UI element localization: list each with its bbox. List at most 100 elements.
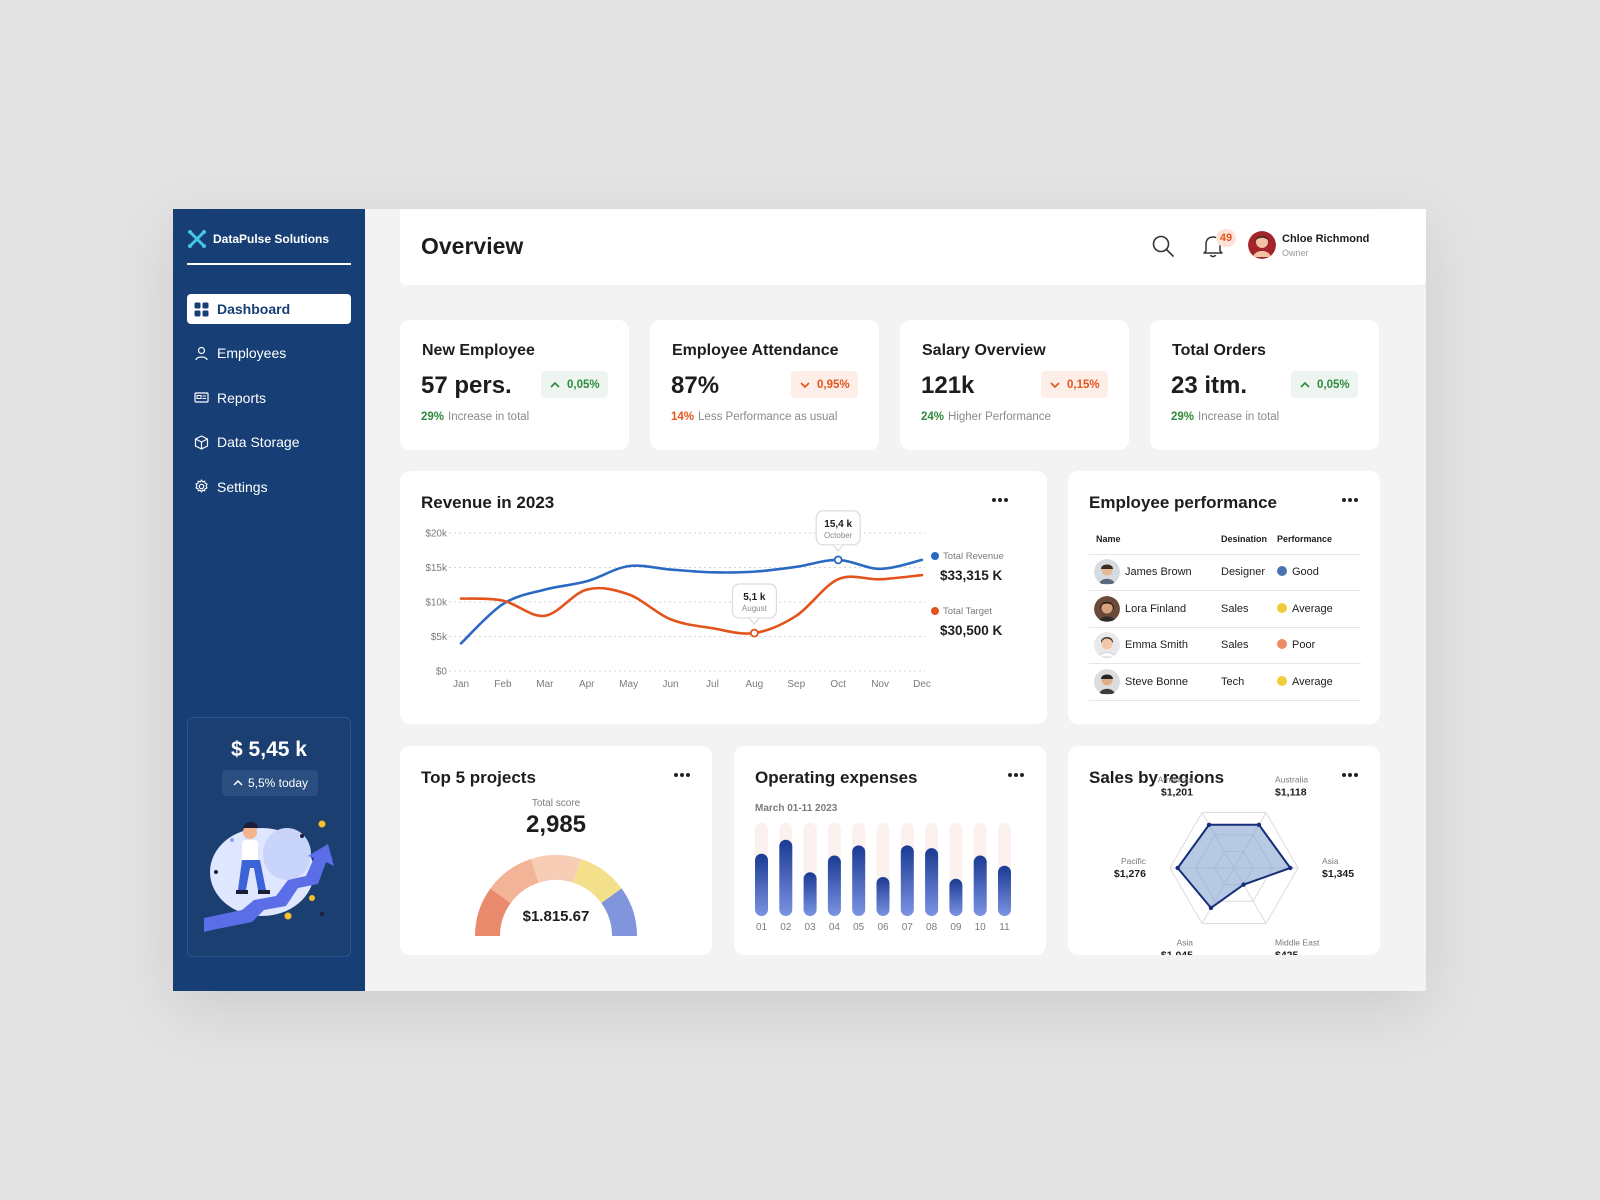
chevron-up-icon [1300,381,1310,388]
radar-data-point[interactable] [1288,865,1293,871]
kpi-value: 87% [671,372,720,399]
radar-axis-value: $1,201 [1161,787,1193,799]
data-point-marker[interactable] [833,555,843,565]
balance-change-badge: 5,5% today [222,770,318,796]
x-tick-label: 01 [756,922,768,933]
expense-bar[interactable] [949,878,963,916]
x-tick-label: 05 [853,922,865,933]
expense-bar[interactable] [973,855,987,916]
tooltip-pointer [748,617,760,625]
kpi-value: 57 pers. [421,372,512,399]
revenue-chart-card: Revenue in 2023 $0 $5k $10k $15k $20k Jan Feb M… [400,471,1047,724]
x-tick-label: 06 [877,922,889,933]
legend-series-name: Total Target [943,606,992,617]
kpi-note: Increase in total [448,411,530,423]
kpi-percent: 29% [421,411,445,423]
employee-role: Tech [1221,663,1277,701]
radar-data-point[interactable] [1241,882,1246,887]
employee-role: Sales [1221,590,1277,628]
chevron-down-icon [1050,381,1060,388]
expense-bar[interactable] [925,848,939,916]
sidebar-item-reports[interactable]: Reports [187,383,351,413]
y-tick-label: $10k [425,598,448,609]
radar-data-point[interactable] [1208,905,1214,911]
employee-name: James Brown [1125,566,1192,579]
radar-data-point[interactable] [1175,865,1180,871]
expense-bar[interactable] [779,839,793,916]
x-tick-label: 10 [975,922,987,933]
expense-bar[interactable] [998,865,1011,916]
sidebar-item-label: Reports [217,389,267,406]
kpi-subtext: 24% Higher Performance [921,411,1051,423]
x-tick-label: 08 [926,922,938,933]
gear-icon [195,479,208,493]
sidebar-item-label: Settings [217,478,268,495]
performance-status: Average [1277,663,1361,701]
radar-data-point[interactable] [1206,822,1212,827]
operating-expenses-card: Operating expenses March 01-11 2023 01 02… [734,746,1046,955]
kpi-card-new-employee: New Employee 57 pers. 0,05% 29% Increase … [400,320,629,450]
sidebar-item-dashboard[interactable]: Dashboard [187,294,351,324]
brand[interactable]: DataPulse Solutions [187,229,351,265]
expense-bar[interactable] [827,855,841,916]
table-row[interactable]: Steve Bonne Tech Average [1089,663,1361,701]
radar-data-area[interactable] [1176,823,1292,909]
user-icon [195,346,208,361]
sidebar-item-settings[interactable]: Settings [187,472,351,502]
brand-logo-icon [188,230,206,248]
status-label: Poor [1292,639,1316,652]
series-line-total-target[interactable] [459,573,924,635]
x-tick-label: 11 [999,922,1010,933]
tooltip-value: 5,1 k [743,592,766,603]
sales-by-regions-card: Sales by regions Australia $1,118 Asia $1,3… [1068,746,1380,955]
table-row[interactable]: Emma Smith Sales Poor [1089,627,1361,664]
expense-bar[interactable] [852,845,866,916]
kpi-value: 121k [921,372,975,399]
sidebar-item-data-storage[interactable]: Data Storage [187,427,351,457]
radar-axis-value: $1,345 [1322,868,1354,880]
table-row[interactable]: James Brown Designer Good [1089,554,1361,591]
card-title: Employee performance [1089,493,1278,512]
gauge-segment[interactable] [530,855,582,883]
expense-bar[interactable] [876,876,890,916]
more-options-icon[interactable] [1340,493,1360,507]
id-card-icon [194,392,209,403]
kpi-percent: 24% [921,411,945,423]
page-title: Overview [421,233,524,259]
y-tick-label: $0 [436,667,448,678]
employee-cell: Steve Bonne [1089,668,1221,695]
table-header-row: Name Desination Performance [1089,524,1361,555]
sidebar-nav: Dashboard Employees Reports Data Storage… [187,294,351,516]
performance-status: Good [1277,554,1361,591]
kpi-card-salary-overview: Salary Overview 121k 0,15% 24% Higher Per… [900,320,1129,450]
radar-axis-name: Americas [1158,775,1193,785]
user-profile[interactable]: Chloe Richmond Owner [1248,231,1369,259]
column-header-performance: Performance [1277,524,1361,555]
expense-bar[interactable] [755,853,768,916]
column-header-name: Name [1089,524,1221,555]
expense-bar[interactable] [803,872,817,916]
employee-cell: James Brown [1089,559,1221,586]
radar-data-point[interactable] [1256,822,1262,827]
kpi-delta-value: 0,05% [1317,378,1350,391]
sidebar-item-label: Dashboard [217,301,291,317]
search-icon[interactable] [1151,234,1175,258]
app-window: DataPulse Solutions Dashboard Employees [173,209,1426,991]
x-tick-label: Oct [830,679,846,690]
sidebar-item-employees[interactable]: Employees [187,338,351,368]
kpi-subtext: 29% Increase in total [421,411,529,423]
kpi-delta-badge: 0,95% [791,371,858,398]
x-tick-label: Aug [745,679,763,690]
x-tick-label: Apr [579,679,595,690]
expense-bar[interactable] [900,845,914,916]
kpi-card-employee-attendance: Employee Attendance 87% 0,95% 14% Less Pe… [650,320,879,450]
legend-series-name: Total Revenue [943,551,1004,562]
table-row[interactable]: Lora Finland Sales Average [1089,590,1361,628]
data-point-marker[interactable] [749,628,759,638]
grid-icon [194,302,209,316]
kpi-percent: 14% [671,411,695,423]
balance-amount: $ 5,45 k [231,738,307,761]
tooltip-pointer [832,544,844,552]
x-tick-label: 02 [780,922,792,933]
radar-axis-value: $1,118 [1275,787,1307,799]
